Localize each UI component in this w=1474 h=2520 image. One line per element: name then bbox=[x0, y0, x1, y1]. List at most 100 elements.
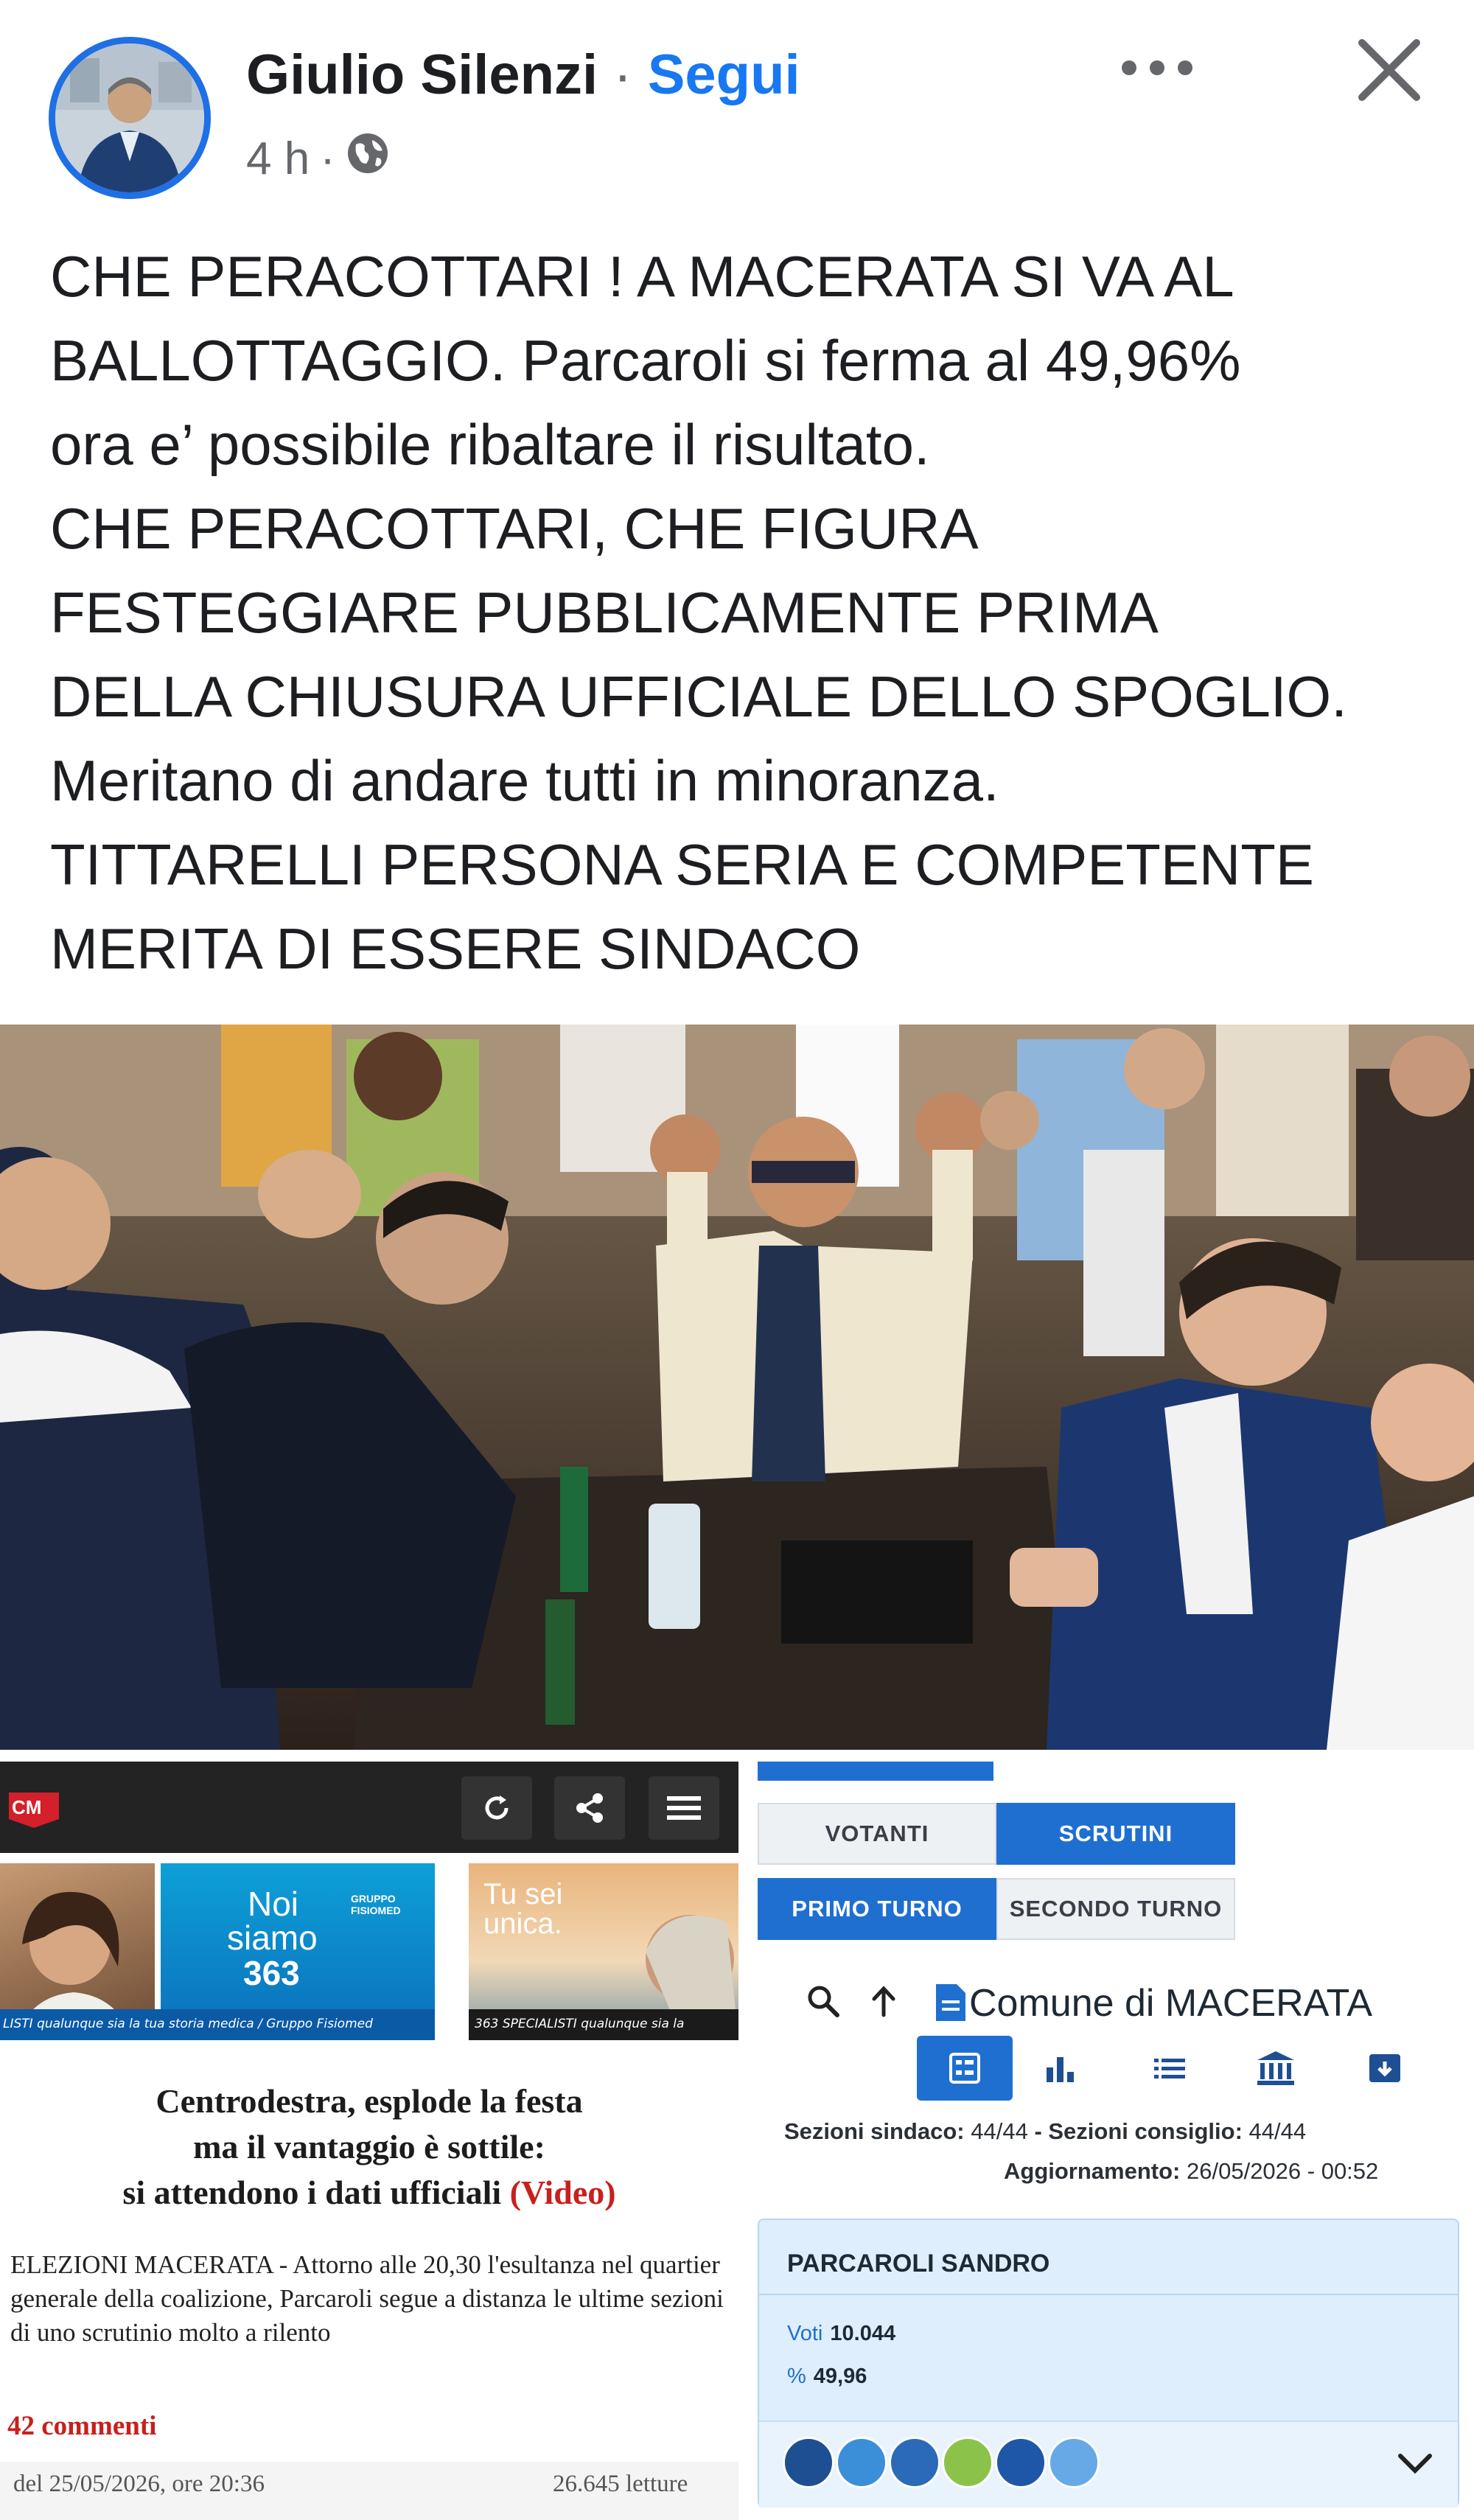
post-text-line: ora e’ possibile ribaltare il risultato. bbox=[50, 412, 930, 477]
site-logo-text: CM bbox=[12, 1796, 42, 1818]
party-logo bbox=[836, 2437, 887, 2488]
dot-icon bbox=[1150, 60, 1164, 75]
percent-row: % 49,96 bbox=[787, 2364, 867, 2389]
cards-icon bbox=[949, 2053, 980, 2084]
ad-strip: LISTI qualunque sia la tua storia medica… bbox=[0, 2009, 435, 2040]
comune-title: Comune di MACERATA bbox=[969, 1982, 1373, 2025]
globe-icon bbox=[346, 131, 390, 186]
post-time[interactable]: 4 h bbox=[246, 133, 310, 185]
news-toolbar bbox=[0, 1762, 738, 1853]
tab-votanti[interactable]: VOTANTI bbox=[758, 1803, 996, 1865]
close-button[interactable] bbox=[1349, 29, 1430, 111]
post-text-line: FESTEGGIARE PUBBLICAMENTE PRIMA bbox=[50, 580, 1159, 645]
post-text-line: DELLA CHIUSURA UFFICIALE DELLO SPOGLIO. bbox=[50, 664, 1347, 729]
article-headline[interactable]: Centrodestra, esplode la festa ma il van… bbox=[0, 2079, 738, 2216]
ad-strip-text: LISTI qualunque sia la tua storia medica… bbox=[3, 2017, 373, 2031]
close-icon bbox=[1358, 39, 1420, 101]
ad-brand: GRUPPO FISIOMED bbox=[351, 1893, 401, 1916]
chevron-down-icon[interactable] bbox=[1393, 2441, 1437, 2485]
more-options-button[interactable] bbox=[1106, 44, 1209, 91]
search-icon[interactable] bbox=[805, 1983, 842, 2020]
post-text-line: MERITA DI ESSERE SINDACO bbox=[50, 916, 861, 981]
video-tag: (Video) bbox=[509, 2174, 616, 2211]
arrow-up-icon[interactable] bbox=[865, 1983, 902, 2020]
ad-unica: unica. bbox=[483, 1908, 562, 1940]
dot-icon bbox=[1178, 60, 1192, 75]
post-text-line: Meritano di andare tutti in minoranza. bbox=[50, 748, 999, 813]
view-cards-button[interactable] bbox=[917, 2036, 1013, 2101]
post-meta: 4 h · bbox=[246, 131, 390, 186]
view-archive-button[interactable] bbox=[1337, 2036, 1433, 2101]
share-button[interactable] bbox=[554, 1776, 625, 1840]
headline-line: si attendono i dati ufficiali bbox=[122, 2174, 502, 2211]
reload-icon bbox=[485, 1795, 509, 1820]
author-separator: · bbox=[613, 43, 632, 106]
post-text-line: TITTARELLI PERSONA SERIA E COMPETENTE bbox=[50, 832, 1314, 897]
tab-secondo-turno[interactable]: SECONDO TURNO bbox=[996, 1878, 1235, 1940]
author-avatar[interactable] bbox=[49, 37, 211, 199]
sezioni-info: Sezioni sindaco: 44/44 - Sezioni consigl… bbox=[784, 2118, 1306, 2145]
ad-strip-text: 363 SPECIALISTI qualunque sia la bbox=[475, 2017, 685, 2031]
headline-line: Centrodestra, esplode la festa bbox=[156, 2082, 583, 2120]
party-logo bbox=[995, 2437, 1047, 2488]
votes-row: Voti 10.044 bbox=[787, 2322, 895, 2346]
post-author: Giulio Silenzi · Segui bbox=[246, 43, 800, 107]
party-logos-row bbox=[759, 2420, 1458, 2507]
menu-button[interactable] bbox=[649, 1776, 719, 1840]
aggiornamento-value: 26/05/2026 - 00:52 bbox=[1187, 2158, 1379, 2184]
view-list-button[interactable] bbox=[1122, 2036, 1218, 2101]
archive-icon bbox=[1369, 2054, 1400, 2082]
headline-line-3: si attendono i dati ufficiali (Video) bbox=[0, 2170, 738, 2216]
reload-button[interactable] bbox=[461, 1776, 532, 1840]
tab-primo-turno[interactable]: PRIMO TURNO bbox=[758, 1878, 996, 1940]
document-icon bbox=[935, 1983, 967, 2022]
sezioni-sindaco-value: 44/44 bbox=[971, 2118, 1028, 2144]
post-text-line: CHE PERACOTTARI ! A MACERATA SI VA AL bbox=[50, 244, 1234, 309]
ad-siamo: siamo bbox=[227, 1919, 318, 1957]
percent-label: % bbox=[787, 2364, 806, 2388]
tab-scrutini[interactable]: SCRUTINI bbox=[996, 1803, 1235, 1865]
votes-label: Voti bbox=[787, 2322, 823, 2345]
elections-screenshot: VOTANTI SCRUTINI PRIMO TURNO SECONDO TUR… bbox=[738, 1762, 1474, 2520]
follow-button[interactable]: Segui bbox=[648, 43, 800, 106]
list-icon bbox=[1154, 2059, 1185, 2079]
article-reads: 26.645 letture bbox=[553, 2471, 688, 2497]
bank-icon bbox=[1257, 2051, 1294, 2085]
party-logo bbox=[889, 2437, 940, 2488]
ad-strip: 363 SPECIALISTI qualunque sia la bbox=[469, 2009, 738, 2040]
article-lead: ELEZIONI MACERATA - Attorno alle 20,30 l… bbox=[10, 2250, 724, 2347]
comments-link[interactable]: 42 commenti bbox=[7, 2410, 156, 2442]
aggiornamento-info: Aggiornamento: 26/05/2026 - 00:52 bbox=[1004, 2158, 1378, 2185]
site-logo[interactable]: CM bbox=[4, 1790, 63, 1831]
post-text-line: BALLOTTAGGIO. Parcaroli si ferma al 49,9… bbox=[50, 328, 1241, 393]
share-icon bbox=[576, 1793, 603, 1823]
party-logo bbox=[783, 2437, 834, 2488]
votes-value: 10.044 bbox=[830, 2322, 896, 2345]
hamburger-icon bbox=[667, 1796, 701, 1820]
party-logo bbox=[942, 2437, 993, 2488]
sezioni-consiglio-value: 44/44 bbox=[1248, 2118, 1307, 2144]
sezioni-sindaco-label: Sezioni sindaco: bbox=[784, 2118, 965, 2144]
ad-tu-sei: Tu sei bbox=[483, 1878, 563, 1910]
post-text-line: CHE PERACOTTARI, CHE FIGURA bbox=[50, 496, 979, 561]
sezioni-consiglio-label: - Sezioni consiglio: bbox=[1034, 2118, 1243, 2144]
bar-chart-icon bbox=[1047, 2057, 1074, 2082]
cut-off-tab[interactable] bbox=[758, 1762, 993, 1781]
candidate-name: PARCAROLI SANDRO bbox=[787, 2249, 1050, 2278]
party-logo bbox=[1048, 2437, 1100, 2488]
ad-number: 363 bbox=[243, 1954, 300, 1992]
dot-icon bbox=[1122, 60, 1136, 75]
news-screenshot: CM Noi siamo 363 GRUPPO FISIOMED Tu sei bbox=[0, 1762, 738, 2520]
aggiornamento-label: Aggiornamento: bbox=[1004, 2158, 1181, 2184]
headline-line: ma il vantaggio è sottile: bbox=[193, 2128, 545, 2165]
view-institution-button[interactable] bbox=[1228, 2036, 1324, 2101]
card-divider bbox=[759, 2294, 1458, 2295]
percent-value: 49,96 bbox=[813, 2364, 867, 2388]
meta-separator: · bbox=[320, 133, 335, 184]
post-text: CHE PERACOTTARI ! A MACERATA SI VA AL BA… bbox=[50, 234, 1450, 991]
post-photo[interactable] bbox=[0, 1025, 1474, 1750]
article-date: del 25/05/2026, ore 20:36 bbox=[13, 2471, 265, 2497]
view-chart-button[interactable] bbox=[1013, 2036, 1108, 2101]
author-name[interactable]: Giulio Silenzi bbox=[246, 43, 598, 106]
candidate-card[interactable]: PARCAROLI SANDRO Voti 10.044 % 49,96 bbox=[758, 2219, 1459, 2507]
